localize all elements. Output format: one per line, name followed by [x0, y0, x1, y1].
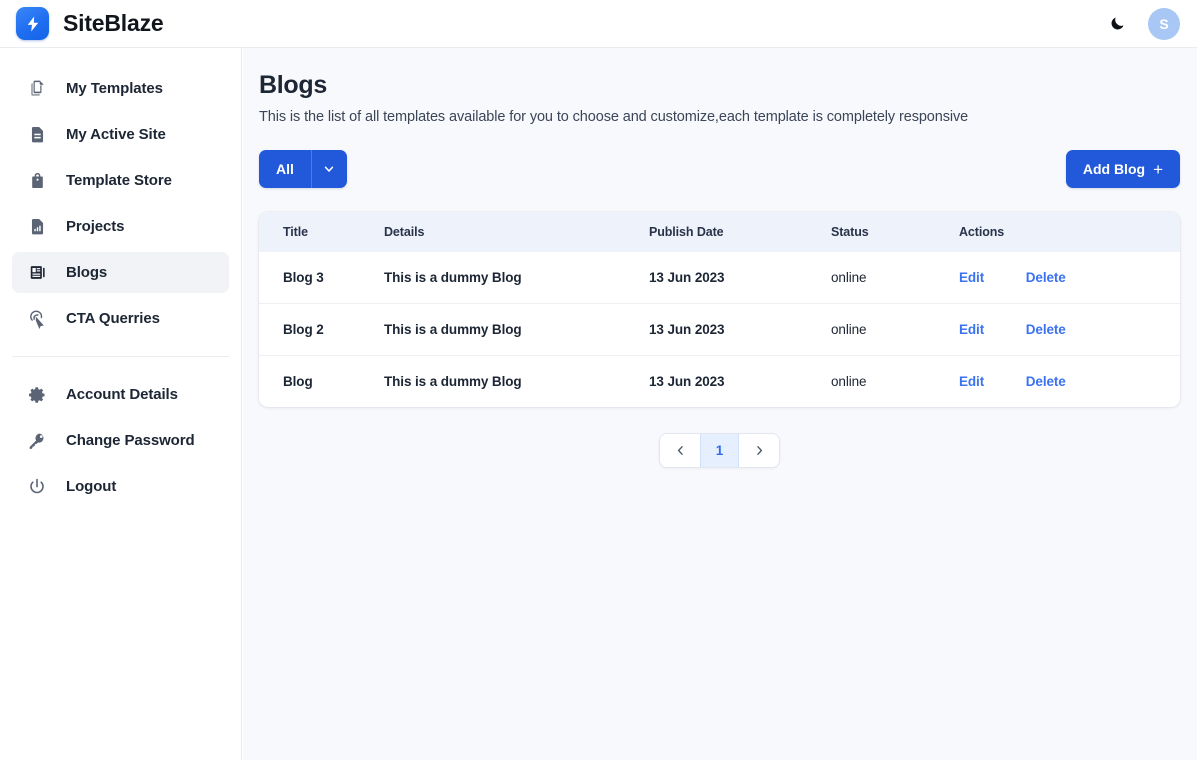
- edit-link[interactable]: Edit: [959, 270, 984, 285]
- delete-link[interactable]: Delete: [1026, 270, 1066, 285]
- add-blog-button[interactable]: Add Blog +: [1065, 150, 1180, 188]
- cell-title: Blog: [283, 374, 313, 389]
- cell-details: This is a dummy Blog: [384, 303, 649, 356]
- column-header-details: Details: [384, 225, 425, 239]
- cell-actions: Edit Delete: [959, 356, 1180, 408]
- moon-icon[interactable]: [1106, 13, 1128, 35]
- app-root: SiteBlaze S My Templates My Active Site …: [0, 0, 1197, 760]
- chart-document-icon: [26, 216, 48, 238]
- sidebar-item-label: Blogs: [66, 264, 108, 281]
- sidebar-item-projects[interactable]: Projects: [12, 206, 229, 247]
- sidebar-item-label: Change Password: [66, 432, 195, 449]
- cell-details: This is a dummy Blog: [384, 374, 522, 389]
- sidebar-item-label: Account Details: [66, 386, 178, 403]
- edit-link[interactable]: Edit: [959, 374, 984, 389]
- sidebar-item-label: My Active Site: [66, 126, 166, 143]
- column-header-publish-date: Publish Date: [649, 225, 724, 239]
- chevron-down-icon[interactable]: [311, 150, 347, 188]
- table-head: Title Details Publish Date Status Action…: [259, 212, 1180, 252]
- cell-title: Blog 2: [259, 303, 384, 356]
- sidebar-item-blogs[interactable]: Blogs: [12, 252, 229, 293]
- sidebar-item-cta-querries[interactable]: CTA Querries: [12, 298, 229, 339]
- page-number-1[interactable]: 1: [700, 434, 739, 467]
- sidebar-item-label: My Templates: [66, 80, 163, 97]
- table-row: Blog This is a dummy Blog 13 Jun 2023 on…: [259, 356, 1180, 408]
- blogs-table: Title Details Publish Date Status Action…: [259, 212, 1180, 407]
- top-bar-actions: S: [1106, 7, 1197, 40]
- delete-link[interactable]: Delete: [1026, 374, 1066, 389]
- pagination: 1: [259, 433, 1180, 468]
- sidebar-item-my-templates[interactable]: My Templates: [12, 68, 229, 109]
- sidebar-divider: [12, 356, 229, 357]
- sidebar-item-template-store[interactable]: Template Store: [12, 160, 229, 201]
- document-icon: [26, 124, 48, 146]
- sidebar-item-logout[interactable]: Logout: [12, 466, 229, 507]
- delete-link[interactable]: Delete: [1026, 322, 1066, 337]
- column-header-title: Title: [283, 225, 308, 239]
- power-icon: [26, 476, 48, 498]
- shopping-bag-icon: [26, 170, 48, 192]
- sidebar-item-account-details[interactable]: Account Details: [12, 374, 229, 415]
- sidebar-item-change-password[interactable]: Change Password: [12, 420, 229, 461]
- gear-icon: [26, 384, 48, 406]
- cell-publish-date: 13 Jun 2023: [649, 252, 831, 304]
- filter-dropdown[interactable]: All: [259, 150, 347, 188]
- toolbar: All Add Blog +: [259, 150, 1180, 188]
- table-body: Blog 3 This is a dummy Blog 13 Jun 2023 …: [259, 252, 1180, 407]
- cell-actions: Edit Delete: [959, 252, 1180, 304]
- sidebar: My Templates My Active Site Template Sto…: [0, 48, 242, 760]
- sidebar-item-my-active-site[interactable]: My Active Site: [12, 114, 229, 155]
- pager-group: 1: [659, 433, 780, 468]
- main-content: Blogs This is the list of all templates …: [243, 48, 1197, 760]
- table-row: Blog 2 This is a dummy Blog 13 Jun 2023 …: [259, 303, 1180, 356]
- plus-icon: +: [1153, 159, 1163, 179]
- sidebar-item-label: Projects: [66, 218, 125, 235]
- cell-status: online: [831, 374, 867, 389]
- cell-details: This is a dummy Blog: [384, 252, 649, 304]
- chevron-right-icon[interactable]: [739, 434, 779, 467]
- edit-link[interactable]: Edit: [959, 322, 984, 337]
- sidebar-item-label: CTA Querries: [66, 310, 160, 327]
- blog-layout-icon: [26, 262, 48, 284]
- column-header-actions: Actions: [959, 225, 1005, 239]
- page-title: Blogs: [259, 71, 327, 99]
- cell-status: online: [831, 252, 959, 304]
- lightning-bolt-icon: [16, 7, 49, 40]
- filter-label[interactable]: All: [259, 150, 312, 188]
- brand[interactable]: SiteBlaze: [0, 7, 164, 40]
- chevron-left-icon[interactable]: [660, 434, 700, 467]
- column-header-status: Status: [831, 225, 869, 239]
- add-blog-label: Add Blog: [1082, 161, 1146, 177]
- brand-name: SiteBlaze: [63, 10, 164, 36]
- sidebar-item-label: Logout: [66, 478, 117, 495]
- table-row: Blog 3 This is a dummy Blog 13 Jun 2023 …: [259, 252, 1180, 304]
- top-bar: SiteBlaze S: [0, 0, 1197, 48]
- cell-status: online: [831, 303, 959, 356]
- table-header-row: Title Details Publish Date Status Action…: [259, 212, 1180, 252]
- cell-publish-date: 13 Jun 2023: [649, 374, 725, 389]
- cursor-click-icon: [26, 308, 48, 330]
- cell-actions: Edit Delete: [959, 303, 1180, 356]
- avatar[interactable]: S: [1148, 7, 1180, 40]
- key-icon: [26, 430, 48, 452]
- sidebar-item-label: Template Store: [66, 172, 172, 189]
- page-subtitle: This is the list of all templates availa…: [259, 109, 969, 125]
- blogs-table-card: Title Details Publish Date Status Action…: [259, 212, 1180, 407]
- templates-copy-icon: [26, 78, 48, 100]
- cell-publish-date: 13 Jun 2023: [649, 303, 831, 356]
- cell-title: Blog 3: [259, 252, 384, 304]
